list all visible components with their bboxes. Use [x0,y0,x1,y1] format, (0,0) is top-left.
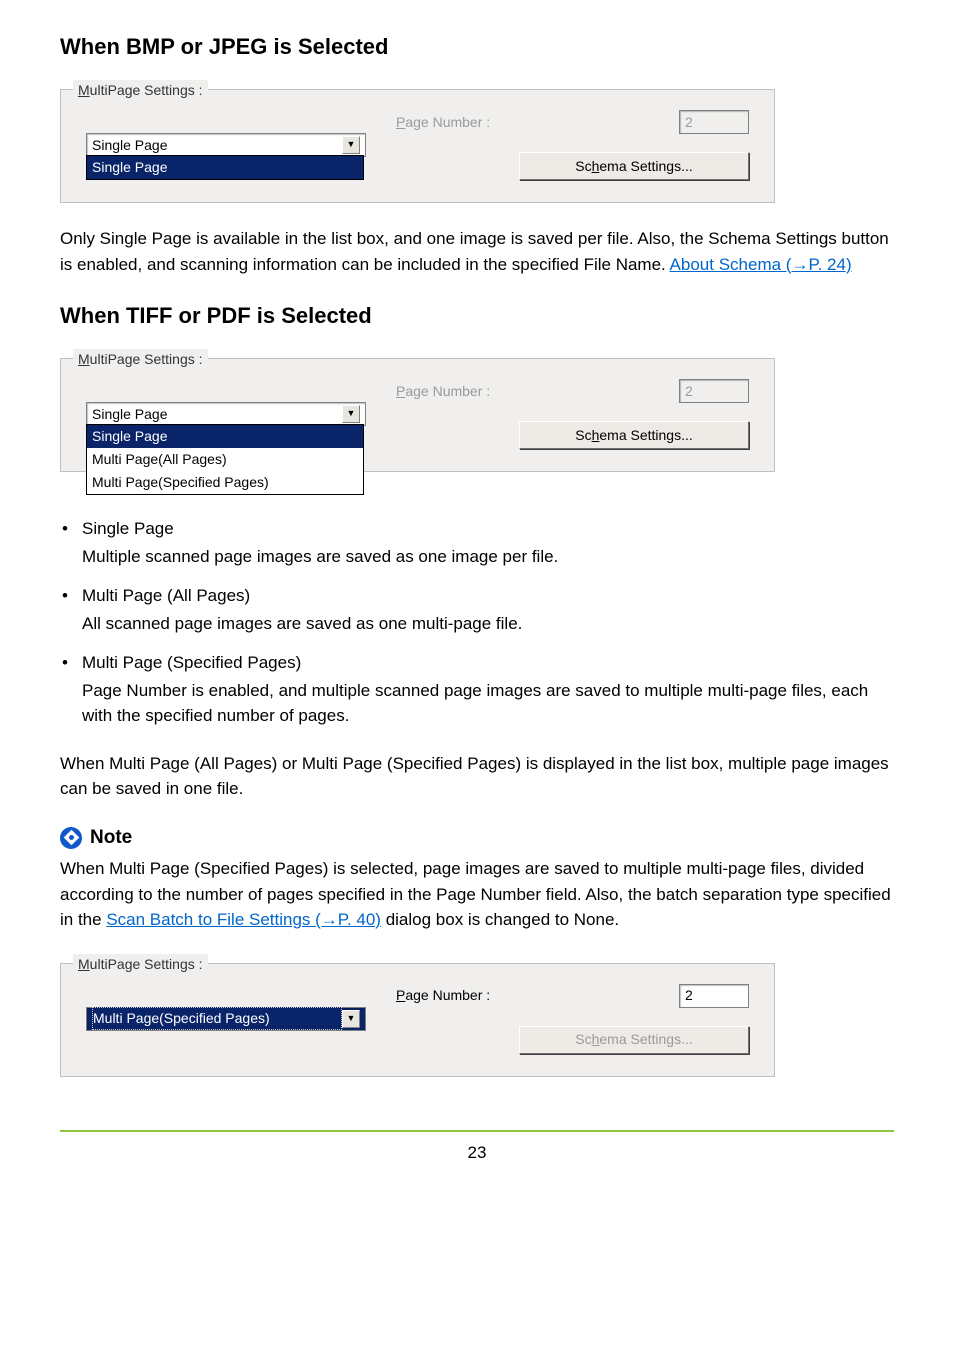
page-number-label: Page Number : [396,112,490,133]
dropdown-item-single[interactable]: Single Page [87,156,363,179]
note-header: Note [60,824,894,853]
multipage-settings-specified: MultiPage Settings : Multi Page(Specifie… [60,955,894,1100]
chevron-down-icon: ▼ [342,1010,360,1028]
list-item: • Single Page Multiple scanned page imag… [60,516,894,569]
multi-page-description: When Multi Page (All Pages) or Multi Pag… [60,751,894,802]
multipage-dropdown[interactable]: Single Page [86,155,364,180]
page-number-input: 2 [679,379,749,403]
note-text: When Multi Page (Specified Pages) is sel… [60,856,894,933]
dropdown-item-single[interactable]: Single Page [87,425,363,448]
page-number-footer: 23 [60,1130,894,1166]
multipage-dropdown[interactable]: Single Page Multi Page(All Pages) Multi … [86,424,364,495]
schema-settings-button[interactable]: Schema Settings... [519,152,749,180]
list-item: • Multi Page (Specified Pages) Page Numb… [60,650,894,729]
multipage-combo[interactable]: Single Page ▼ [86,133,366,157]
chevron-down-icon: ▼ [342,405,360,423]
chevron-down-icon: ▼ [342,136,360,154]
fieldset-legend: MultiPage Settings : [73,80,208,101]
list-item: • Multi Page (All Pages) All scanned pag… [60,583,894,636]
multipage-settings-tiff: MultiPage Settings : Single Page ▼ Singl… [60,350,894,510]
about-schema-link[interactable]: About Schema (→P. 24) [670,255,852,274]
page-number-label: Page Number : [396,381,490,402]
heading-bmp-jpeg: When BMP or JPEG is Selected [60,30,894,63]
dropdown-item-specified-pages[interactable]: Multi Page(Specified Pages) [87,471,363,494]
fieldset-legend: MultiPage Settings : [73,349,208,370]
scan-batch-link[interactable]: Scan Batch to File Settings (→P. 40) [106,910,381,929]
bmp-jpeg-description: Only Single Page is available in the lis… [60,226,894,277]
schema-settings-button: Schema Settings... [519,1026,749,1054]
options-bullet-list: • Single Page Multiple scanned page imag… [60,516,894,729]
multipage-settings-bmp: MultiPage Settings : Single Page ▼ Singl… [60,81,894,226]
page-number-input[interactable]: 2 [679,984,749,1008]
page-number-label: Page Number : [396,985,490,1006]
dropdown-item-all-pages[interactable]: Multi Page(All Pages) [87,448,363,471]
page-number-input: 2 [679,110,749,134]
multipage-combo[interactable]: Multi Page(Specified Pages) ▼ [86,1007,366,1031]
heading-tiff-pdf: When TIFF or PDF is Selected [60,299,894,332]
schema-settings-button[interactable]: Schema Settings... [519,421,749,449]
note-icon [60,827,82,849]
multipage-combo[interactable]: Single Page ▼ [86,402,366,426]
fieldset-legend: MultiPage Settings : [73,954,208,975]
